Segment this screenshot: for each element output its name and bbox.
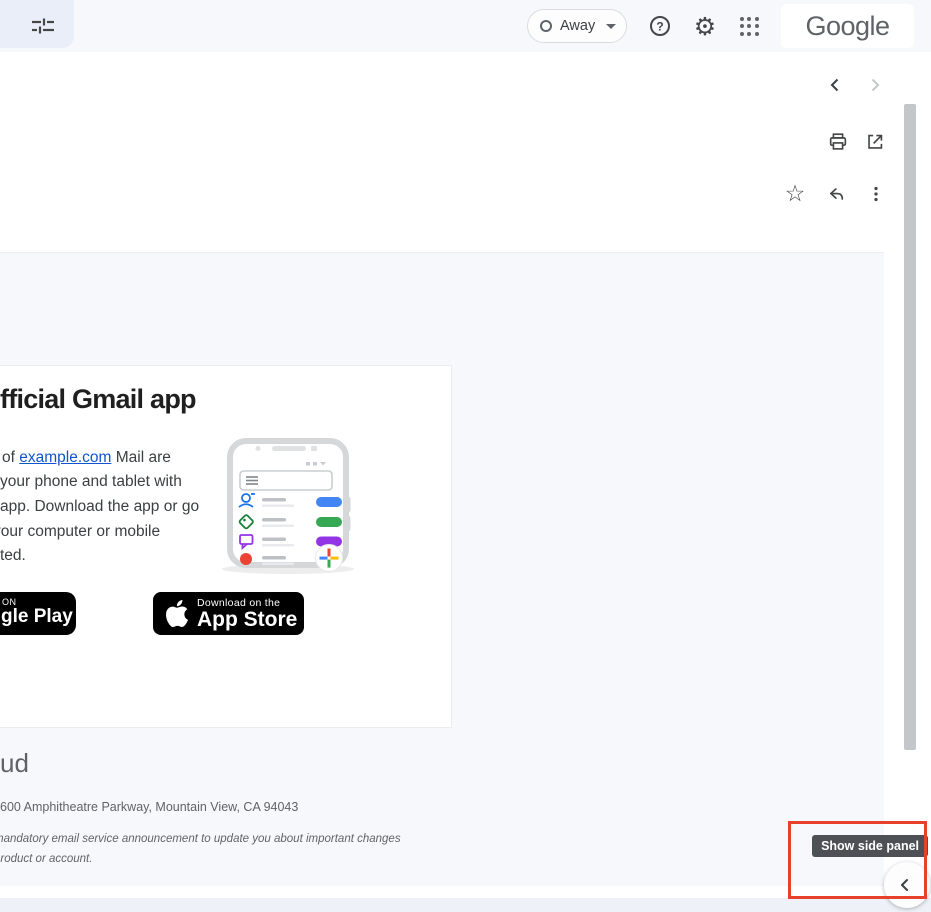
- chevron-right-icon: [866, 76, 884, 94]
- line1-suffix: Mail are: [111, 449, 170, 466]
- line1-prefix: of: [2, 449, 19, 466]
- svg-text:?: ?: [656, 19, 663, 33]
- example-link[interactable]: example.com: [19, 449, 111, 466]
- scrollbar-thumb[interactable]: [904, 104, 916, 750]
- annotation-rectangle: [788, 821, 927, 899]
- google-play-badge[interactable]: ON gle Play: [0, 592, 76, 635]
- google-logo-box: Google: [781, 4, 914, 48]
- more-options-button[interactable]: [862, 180, 890, 208]
- appstore-badge-large-text: App Store: [197, 609, 297, 631]
- appstore-badge-small-text: Download on the: [197, 597, 297, 609]
- email-paragraph-line: your phone and tablet with: [0, 473, 182, 491]
- star-icon: ☆: [785, 183, 806, 206]
- chevron-left-icon: [826, 76, 844, 94]
- reply-icon: [824, 183, 846, 205]
- footer-brand-fragment: ud: [0, 748, 29, 779]
- footer-address: 600 Amphitheatre Parkway, Mountain View,…: [0, 800, 298, 814]
- help-button[interactable]: ?: [646, 12, 674, 40]
- open-in-new-icon: [864, 131, 886, 153]
- settings-button[interactable]: ⚙: [691, 12, 719, 40]
- print-button[interactable]: [824, 128, 852, 156]
- status-label: Away: [560, 18, 595, 34]
- older-message-button[interactable]: [861, 71, 889, 99]
- app-store-badge[interactable]: Download on the App Store: [153, 592, 304, 635]
- google-logo: Google: [805, 11, 889, 42]
- play-badge-large-text: gle Play: [1, 606, 73, 628]
- gear-icon: ⚙: [694, 14, 716, 39]
- apps-grid-icon: [740, 17, 759, 36]
- footer-fine-print: mandatory email service announcement to …: [0, 833, 401, 845]
- email-paragraph-line: ted.: [0, 547, 26, 565]
- top-bar: Away ? ⚙ Google: [0, 0, 931, 52]
- reply-button[interactable]: [821, 180, 849, 208]
- compose-fab-icon: [316, 545, 343, 572]
- tune-icon: [30, 14, 56, 38]
- chevron-down-icon: [606, 24, 616, 29]
- away-presence-icon: [540, 20, 552, 32]
- footer-fine-print: product or account.: [0, 853, 92, 865]
- search-options-button[interactable]: [0, 0, 74, 48]
- status-chip[interactable]: Away: [527, 9, 627, 43]
- page-bottom-strip: [0, 898, 931, 912]
- star-button[interactable]: ☆: [781, 180, 809, 208]
- email-paragraph-line: of example.com Mail are: [2, 449, 171, 467]
- email-paragraph-line: your computer or mobile: [0, 523, 160, 541]
- more-vert-icon: [865, 183, 887, 205]
- open-in-new-window-button[interactable]: [861, 128, 889, 156]
- print-icon: [827, 131, 849, 153]
- email-heading: fficial Gmail app: [0, 384, 196, 415]
- apple-icon: [166, 600, 188, 627]
- avatar-dot: [240, 553, 252, 565]
- apps-button[interactable]: [735, 12, 763, 40]
- help-icon: ?: [648, 14, 672, 38]
- phone-illustration: [216, 437, 356, 577]
- newer-message-button[interactable]: [821, 71, 849, 99]
- email-paragraph-line: app. Download the app or go: [0, 498, 199, 516]
